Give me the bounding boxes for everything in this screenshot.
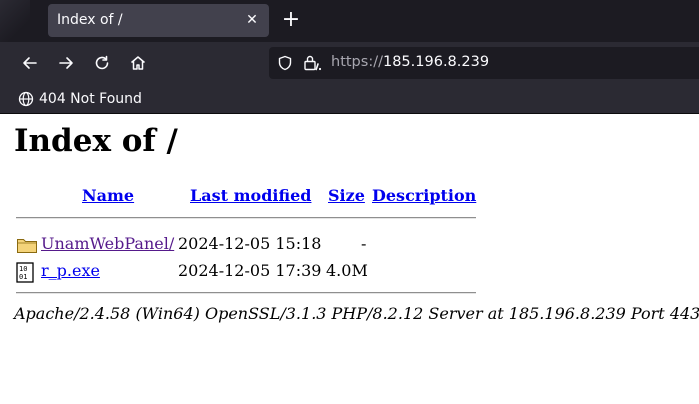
entry-link-r-p-exe[interactable]: r_p.exe (41, 261, 100, 280)
back-arrow-icon (23, 57, 37, 69)
entry-modified: 2024-12-05 15:18 (178, 234, 322, 253)
bookmark-label: 404 Not Found (39, 91, 142, 107)
column-header-description[interactable]: Description (372, 186, 476, 205)
close-tab-icon[interactable]: ✕ (242, 10, 262, 30)
svg-text:10: 10 (19, 265, 27, 273)
footer-divider (16, 292, 476, 294)
forward-arrow-icon (59, 57, 73, 69)
forward-button[interactable] (55, 52, 77, 74)
column-header-last-modified[interactable]: Last modified (190, 186, 311, 205)
table-row: 10 01 r_p.exe 2024-12-05 17:39 4.0M (0, 261, 699, 283)
server-signature: Apache/2.4.58 (Win64) OpenSSL/3.1.3 PHP/… (14, 304, 699, 323)
tab-index[interactable]: Index of / ✕ (48, 4, 269, 37)
url-scheme: https:// (331, 54, 383, 70)
reload-icon (95, 55, 109, 70)
entry-size: 4.0M (326, 261, 368, 280)
column-header-size[interactable]: Size (328, 186, 365, 205)
column-header-name[interactable]: Name (82, 186, 134, 205)
binary-file-icon: 10 01 (16, 262, 34, 283)
tab-strip-corner (0, 0, 30, 42)
entry-size: - (361, 234, 367, 253)
page-content: Index of / Name Last modified Size Descr… (0, 114, 699, 404)
lock-warning-icon[interactable] (303, 54, 323, 72)
tab-title: Index of / (57, 12, 123, 28)
table-row: UnamWebPanel/ 2024-12-05 15:18 - (0, 234, 699, 256)
globe-icon (18, 91, 34, 107)
folder-icon (17, 239, 37, 253)
bookmarks-toolbar: 404 Not Found (0, 84, 699, 114)
entry-link-unamwebpanel[interactable]: UnamWebPanel/ (41, 234, 174, 253)
shield-icon[interactable] (277, 55, 293, 71)
entry-modified: 2024-12-05 17:39 (178, 261, 322, 280)
home-icon (131, 56, 145, 70)
url-host: 185.196.8.239 (382, 54, 490, 70)
back-button[interactable] (19, 52, 41, 74)
navigation-toolbar: https://185.196.8.239 (0, 42, 699, 84)
url-text[interactable]: https://185.196.8.239 (331, 54, 489, 70)
bookmark-404-not-found[interactable]: 404 Not Found (18, 89, 142, 109)
url-bar[interactable]: https://185.196.8.239 (269, 47, 699, 79)
home-button[interactable] (127, 52, 149, 74)
tab-strip: Index of / ✕ + (0, 0, 699, 42)
header-divider (16, 217, 476, 219)
new-tab-button[interactable]: + (279, 8, 303, 32)
reload-button[interactable] (91, 52, 113, 74)
svg-text:01: 01 (19, 273, 27, 281)
page-title: Index of / (14, 123, 178, 159)
